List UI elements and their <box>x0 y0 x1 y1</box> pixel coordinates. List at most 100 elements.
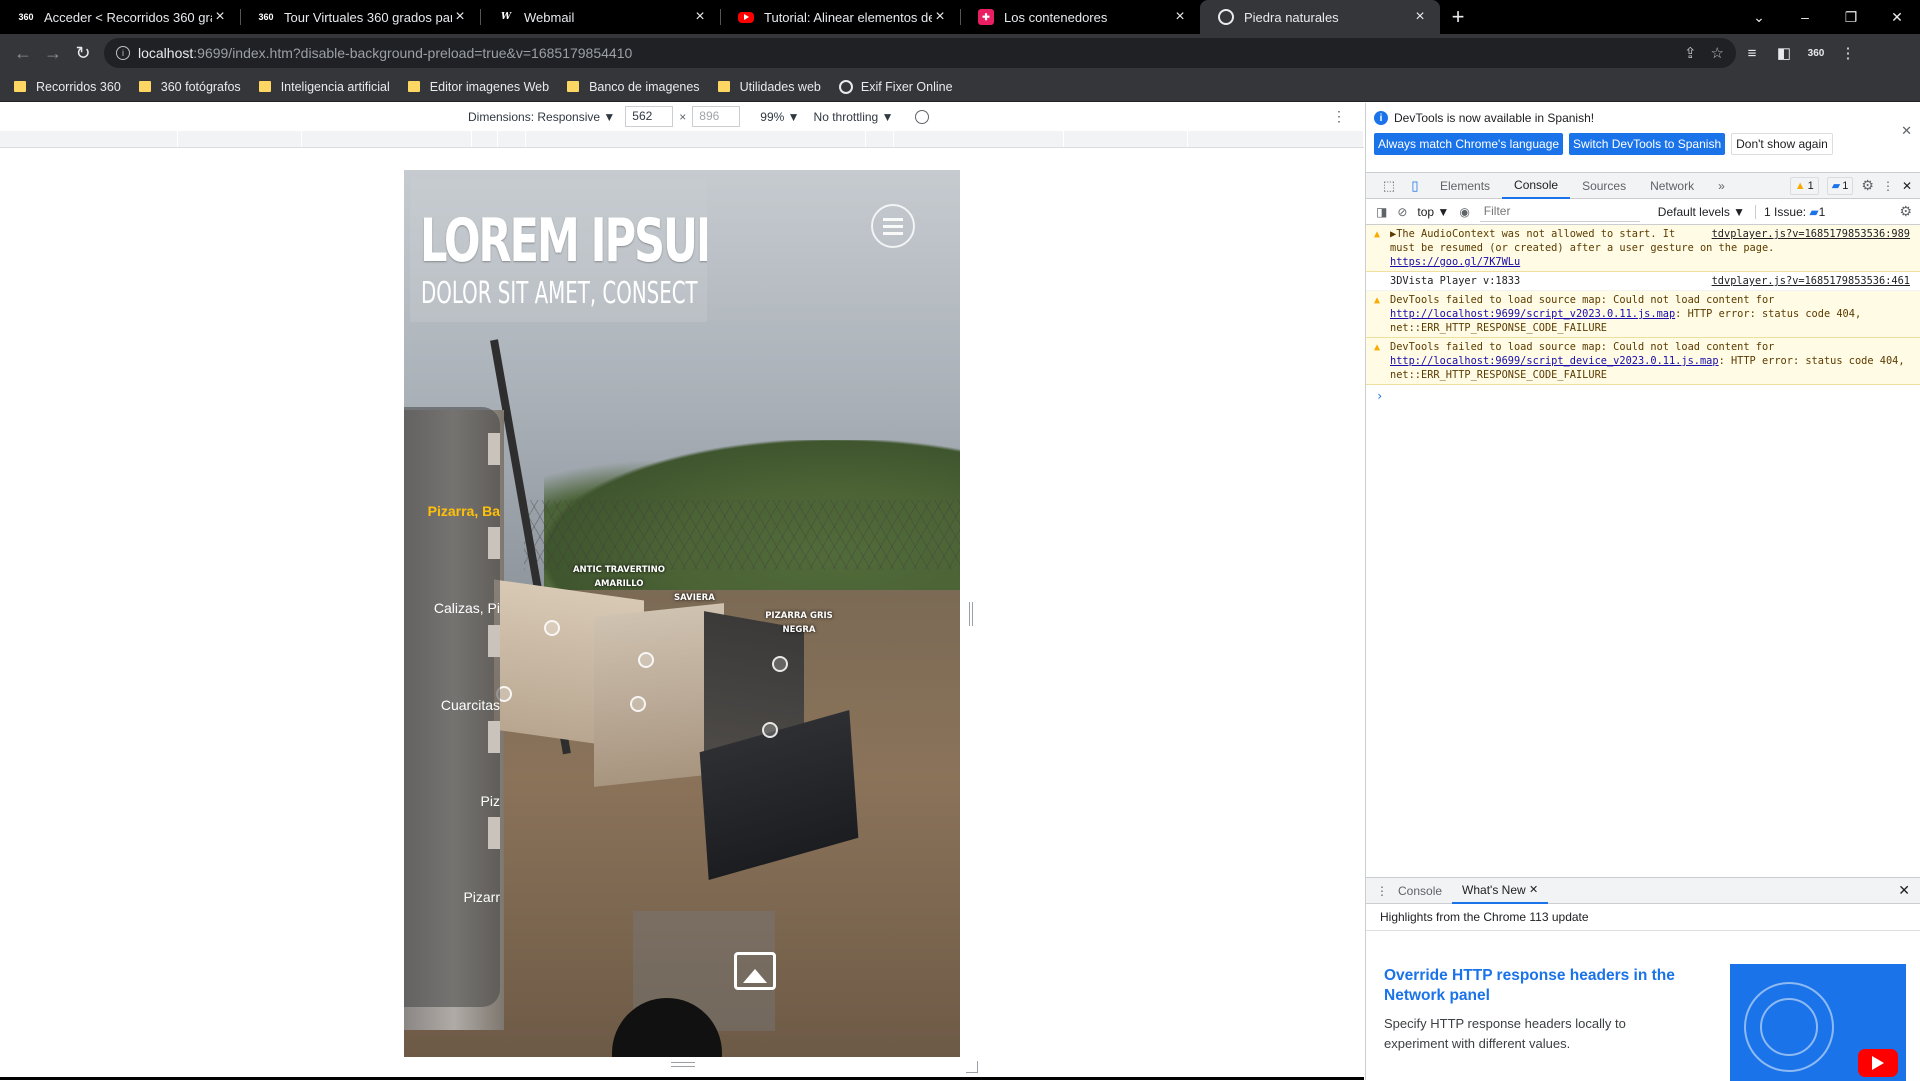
eye-icon[interactable]: ◉ <box>1459 205 1469 219</box>
infobar-close-icon[interactable]: ✕ <box>1901 123 1912 139</box>
emulated-device-viewport[interactable]: ANTIC TRAVERTINO AMARILLO SAVIERA PIZARR… <box>404 170 960 1057</box>
ruler-segment[interactable] <box>472 131 498 147</box>
bookmark-recorridos-360[interactable]: Recorridos 360 <box>14 80 121 94</box>
close-drawer-icon[interactable]: ✕ <box>1898 882 1910 899</box>
ruler-segment[interactable] <box>894 131 1064 147</box>
side-item-cuarcitas[interactable]: Cuarcitas <box>404 697 500 713</box>
clear-console-icon[interactable]: ⊘ <box>1397 205 1407 219</box>
tab-piedra-naturales[interactable]: Piedra naturales × <box>1200 0 1440 34</box>
hotspot-label-pizarra[interactable]: PIZARRA GRIS NEGRA <box>754 610 844 637</box>
context-selector[interactable]: top ▼ <box>1417 205 1449 219</box>
chrome-menu-icon[interactable]: ⋮ <box>1832 44 1864 62</box>
tab-close-icon[interactable]: × <box>692 8 708 26</box>
side-item-pizarr[interactable]: Pizarr <box>404 889 500 905</box>
console-prompt[interactable]: › <box>1366 385 1920 407</box>
device-toolbar-icon[interactable]: ▯ <box>1402 178 1428 194</box>
ruler-segment[interactable] <box>0 131 178 147</box>
dimensions-dropdown[interactable]: Dimensions: Responsive ▼ <box>468 110 615 124</box>
media-query-ruler[interactable] <box>0 131 1364 148</box>
tab-acceder[interactable]: 360 Acceder < Recorridos 360 grados × <box>0 0 240 34</box>
hotspot-icon[interactable] <box>638 652 654 668</box>
video-thumbnail[interactable] <box>1730 964 1906 1081</box>
reading-list-icon[interactable]: ≡ <box>1736 45 1768 62</box>
resize-handle-right[interactable] <box>969 602 973 626</box>
devtools-menu-icon[interactable]: ⋮ <box>1882 179 1894 193</box>
tab-close-icon[interactable]: × <box>1412 8 1428 26</box>
bookmark-editor-imagenes[interactable]: Editor imagenes Web <box>407 80 549 94</box>
tab-tutorial[interactable]: Tutorial: Alinear elementos del Si × <box>720 0 960 34</box>
side-panel-icon[interactable]: ◧ <box>1768 44 1800 62</box>
ruler-segment[interactable] <box>1064 131 1188 147</box>
more-tabs-icon[interactable]: » <box>1706 173 1737 199</box>
log-levels-dropdown[interactable]: Default levels ▼ <box>1658 205 1745 219</box>
close-tab-icon[interactable]: ✕ <box>1529 883 1538 896</box>
minimize-button[interactable]: – <box>1782 9 1828 25</box>
bookmark-exif-fixer[interactable]: Exif Fixer Online <box>838 79 953 94</box>
tab-close-icon[interactable]: × <box>932 8 948 26</box>
new-tab-button[interactable]: + <box>1440 0 1476 34</box>
ruler-segment[interactable] <box>526 131 866 147</box>
drawer-menu-icon[interactable]: ⋮ <box>1376 884 1388 898</box>
height-input[interactable]: 896 <box>692 106 741 127</box>
bookmark-utilidades-web[interactable]: Utilidades web <box>717 80 821 94</box>
tab-contenedores[interactable]: ✚ Los contenedores × <box>960 0 1200 34</box>
message-link[interactable]: http://localhost:9699/script_device_v202… <box>1390 355 1719 367</box>
restore-button[interactable]: ❐ <box>1828 9 1874 26</box>
side-thumbnail[interactable] <box>488 527 500 559</box>
hotspot-icon[interactable] <box>772 656 788 672</box>
side-thumbnail[interactable] <box>488 721 500 753</box>
ruler-segment[interactable] <box>302 131 472 147</box>
address-bar[interactable]: i localhost:9699/index.htm?disable-backg… <box>104 38 1736 68</box>
share-icon[interactable]: ⇪ <box>1684 44 1697 62</box>
tab-elements[interactable]: Elements <box>1428 173 1502 199</box>
message-link[interactable]: http://localhost:9699/script_v2023.0.11.… <box>1390 308 1675 320</box>
side-thumbnail[interactable] <box>488 817 500 849</box>
reload-button[interactable]: ↻ <box>68 38 98 68</box>
extension-360-icon[interactable]: 360 <box>1800 48 1832 59</box>
source-link[interactable]: tdvplayer.js?v=1685179853536:461 <box>1712 274 1910 288</box>
forward-button[interactable]: → <box>38 38 68 68</box>
settings-gear-icon[interactable]: ⚙ <box>1861 177 1874 194</box>
side-thumbnail[interactable] <box>488 433 500 465</box>
rotate-icon[interactable] <box>915 109 930 124</box>
sidebar-toggle-icon[interactable]: ◨ <box>1376 205 1387 219</box>
tab-sources[interactable]: Sources <box>1570 173 1638 199</box>
tab-close-icon[interactable]: × <box>1172 8 1188 26</box>
inspect-element-icon[interactable]: ⬚ <box>1376 178 1402 194</box>
message-link[interactable]: https://goo.gl/7K7WLu <box>1390 256 1520 268</box>
resize-handle-corner[interactable] <box>966 1061 978 1073</box>
hotspot-icon[interactable] <box>630 696 646 712</box>
close-window-button[interactable]: ✕ <box>1874 9 1920 26</box>
width-input[interactable]: 562 <box>625 106 674 127</box>
side-item-calizas[interactable]: Calizas, Pi <box>404 600 500 616</box>
issues-counter[interactable]: 1 Issue: ▰1 <box>1755 204 1825 219</box>
tab-close-icon[interactable]: × <box>452 8 468 26</box>
drawer-tab-whats-new[interactable]: What's New ✕ <box>1452 878 1549 904</box>
ruler-segment[interactable] <box>866 131 894 147</box>
tab-close-icon[interactable]: × <box>212 8 228 26</box>
gallery-icon[interactable] <box>734 952 776 990</box>
ruler-segment[interactable] <box>498 131 526 147</box>
dont-show-again-button[interactable]: Don't show again <box>1731 133 1833 155</box>
bookmark-360-fotografos[interactable]: 360 fotógrafos <box>138 80 241 94</box>
console-filter-input[interactable] <box>1479 201 1640 222</box>
back-button[interactable]: ← <box>8 38 38 68</box>
ruler-segment[interactable] <box>1188 131 1364 147</box>
match-language-button[interactable]: Always match Chrome's language <box>1374 133 1564 155</box>
ruler-segment[interactable] <box>178 131 302 147</box>
youtube-play-icon[interactable] <box>1858 1049 1898 1077</box>
tab-network[interactable]: Network <box>1638 173 1706 199</box>
hotspot-label-travertino[interactable]: ANTIC TRAVERTINO AMARILLO <box>564 564 674 591</box>
close-devtools-icon[interactable]: ✕ <box>1902 179 1912 193</box>
bookmark-star-icon[interactable]: ☆ <box>1711 44 1724 62</box>
tab-webmail[interactable]: W Webmail × <box>480 0 720 34</box>
side-item-pizarra-ba[interactable]: Pizarra, Ba <box>404 503 500 519</box>
side-thumbnail[interactable] <box>488 625 500 657</box>
warnings-badge[interactable]: ▲ 1 <box>1789 176 1819 195</box>
messages-badge[interactable]: ▰ 1 <box>1826 176 1854 195</box>
bookmark-inteligencia-artificial[interactable]: Inteligencia artificial <box>258 80 390 94</box>
site-info-icon[interactable]: i <box>116 46 130 60</box>
console-settings-icon[interactable]: ⚙ <box>1899 203 1912 220</box>
zoom-dropdown[interactable]: 99% ▼ <box>760 110 799 124</box>
switch-spanish-button[interactable]: Switch DevTools to Spanish <box>1569 133 1726 155</box>
